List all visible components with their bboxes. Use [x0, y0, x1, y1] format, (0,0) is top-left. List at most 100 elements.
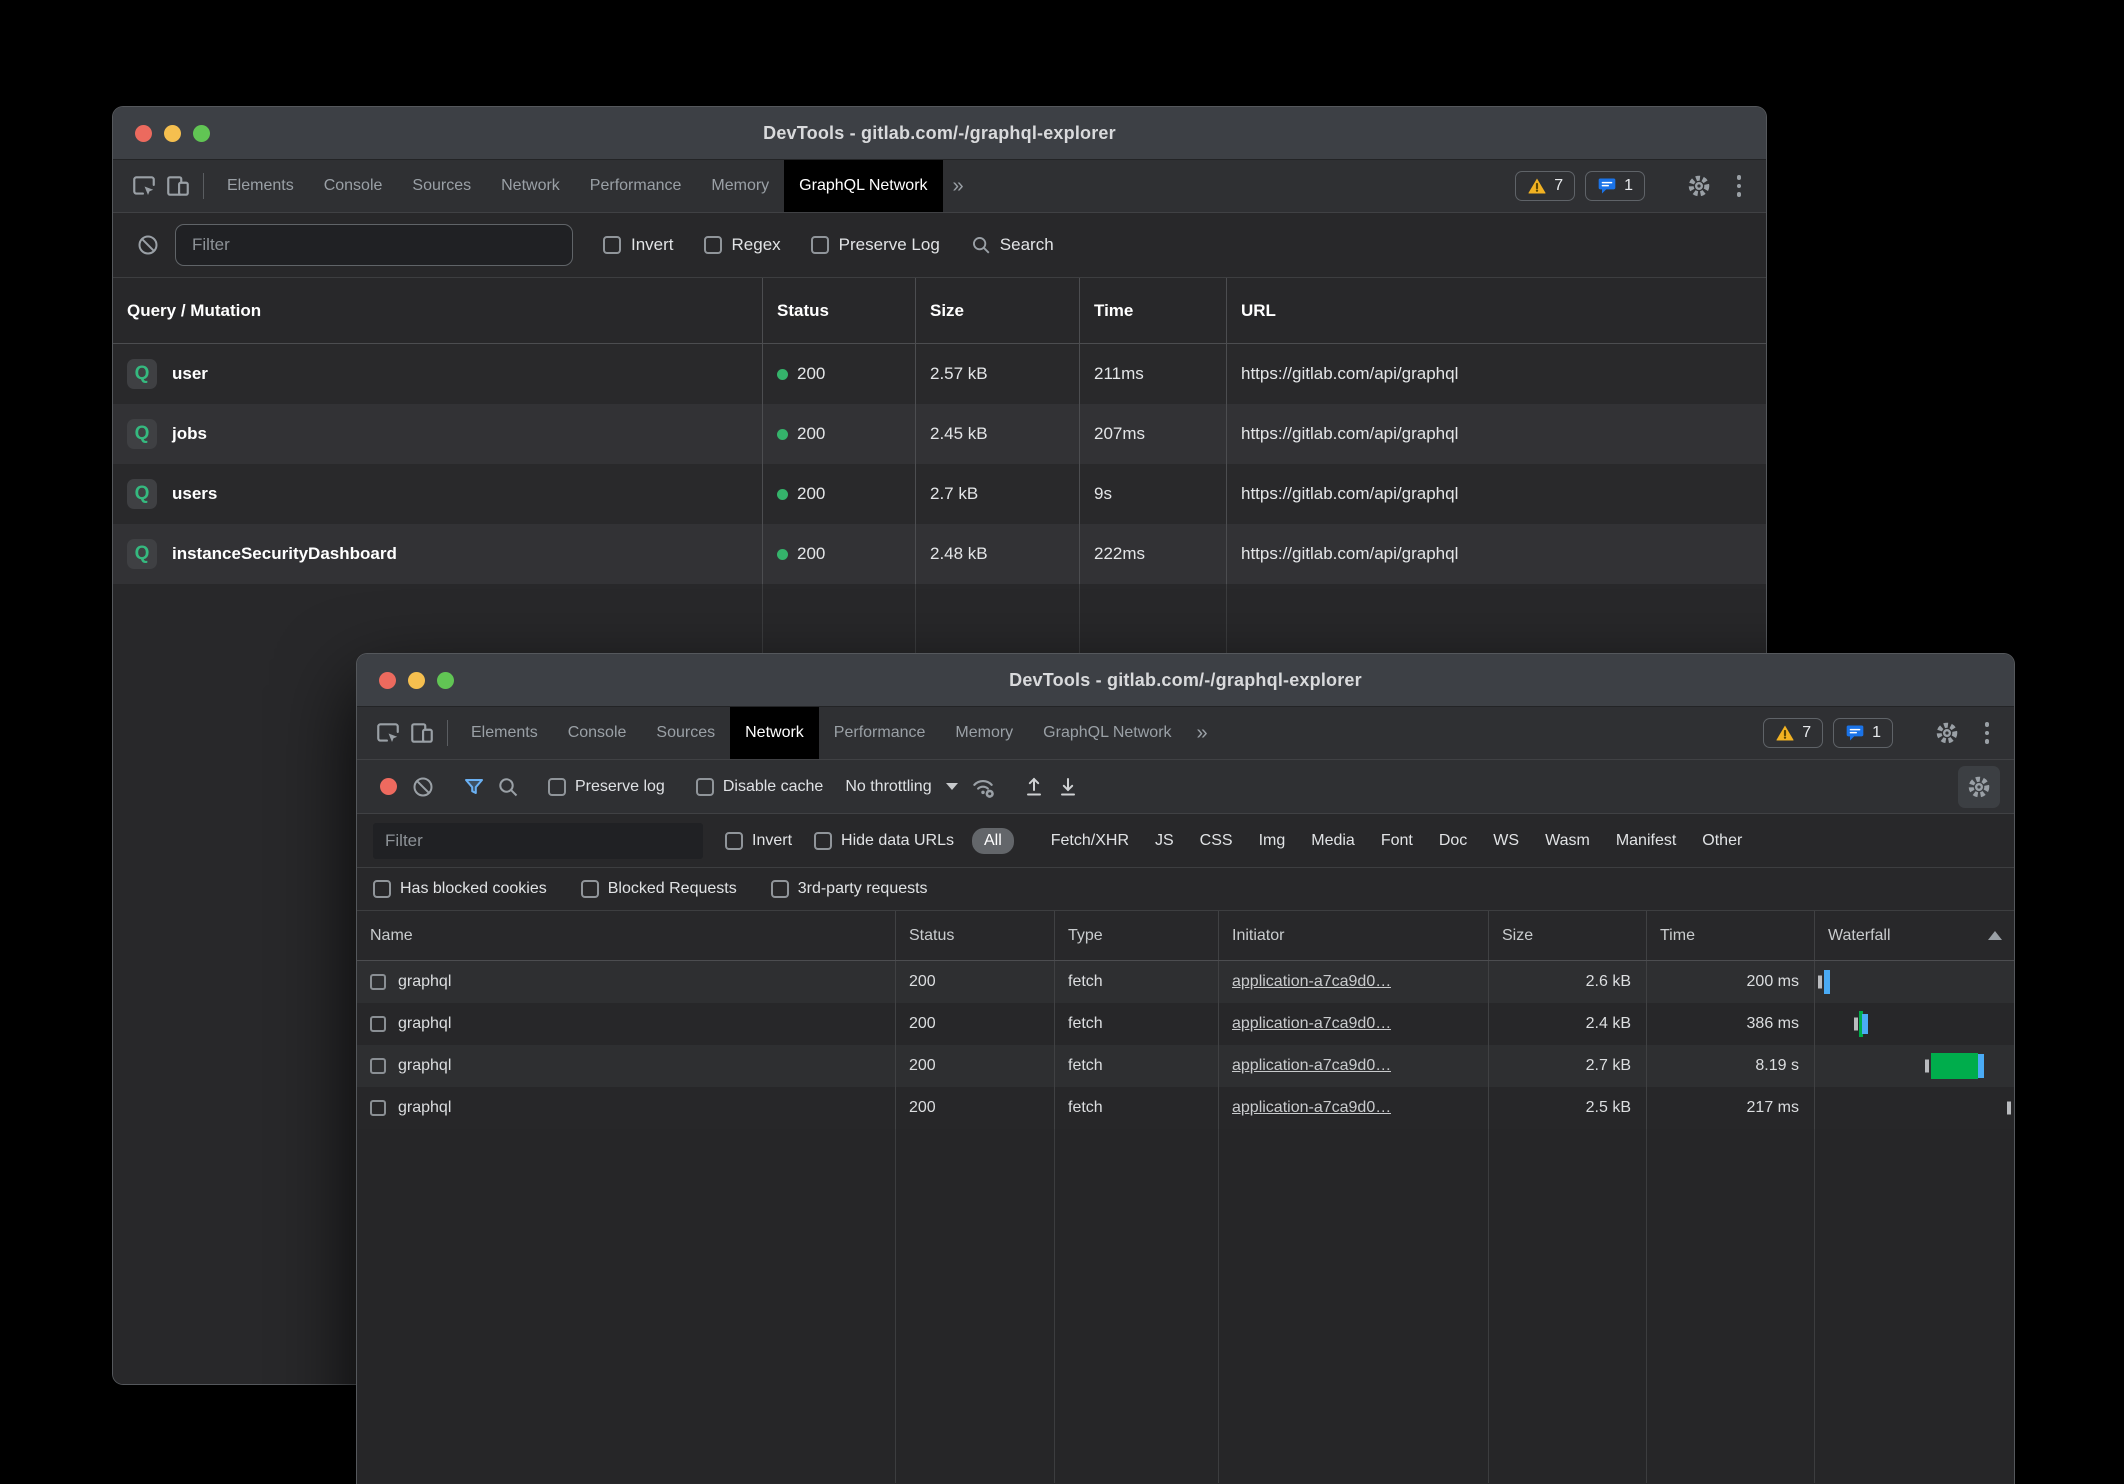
warnings-badge[interactable]: 7	[1763, 718, 1823, 748]
maximize-button[interactable]	[193, 125, 210, 142]
tab-network[interactable]: Network	[486, 160, 575, 212]
header-type[interactable]: Type	[1054, 911, 1218, 960]
tab-graphql-network[interactable]: GraphQL Network	[1028, 707, 1186, 759]
close-button[interactable]	[379, 672, 396, 689]
titlebar[interactable]: DevTools - gitlab.com/-/graphql-explorer	[357, 654, 2014, 707]
tab-console[interactable]: Console	[553, 707, 642, 759]
settings-gear-icon[interactable]	[1930, 720, 1964, 746]
checkbox[interactable]	[370, 1100, 386, 1116]
network-conditions-icon[interactable]	[966, 774, 1000, 800]
blocked-requests-checkbox-group[interactable]: Blocked Requests	[581, 880, 737, 898]
table-row[interactable]: Q jobs 200 2.45 kB 207ms https://gitlab.…	[113, 404, 1766, 464]
header-size[interactable]: Size	[915, 278, 1079, 343]
header-name[interactable]: Name	[357, 911, 895, 960]
record-icon[interactable]	[380, 778, 397, 795]
header-initiator[interactable]: Initiator	[1218, 911, 1488, 960]
type-filter-ws[interactable]: WS	[1493, 832, 1519, 850]
request-row[interactable]: graphql 200 fetch application-a7ca9d0… 2…	[357, 1087, 2014, 1129]
checkbox[interactable]	[725, 832, 743, 850]
export-har-icon[interactable]	[1051, 775, 1085, 799]
type-filter-css[interactable]: CSS	[1200, 832, 1233, 850]
filter-input[interactable]	[373, 823, 703, 859]
header-time[interactable]: Time	[1646, 911, 1814, 960]
search-group[interactable]: Search	[970, 234, 1054, 256]
has-blocked-cookies-checkbox-group[interactable]: Has blocked cookies	[373, 880, 547, 898]
checkbox[interactable]	[771, 880, 789, 898]
type-filter-img[interactable]: Img	[1259, 832, 1286, 850]
tab-elements[interactable]: Elements	[456, 707, 553, 759]
kebab-menu-icon[interactable]	[1726, 175, 1752, 197]
table-row[interactable]: Q users 200 2.7 kB 9s https://gitlab.com…	[113, 464, 1766, 524]
search-icon[interactable]	[491, 775, 525, 799]
import-har-icon[interactable]	[1017, 775, 1051, 799]
request-row[interactable]: graphql 200 fetch application-a7ca9d0… 2…	[357, 961, 2014, 1003]
minimize-button[interactable]	[408, 672, 425, 689]
tab-performance[interactable]: Performance	[819, 707, 941, 759]
maximize-button[interactable]	[437, 672, 454, 689]
request-row[interactable]: graphql 200 fetch application-a7ca9d0… 2…	[357, 1003, 2014, 1045]
initiator-link[interactable]: application-a7ca9d0…	[1232, 973, 1391, 991]
disable-cache-checkbox-group[interactable]: Disable cache	[696, 778, 824, 796]
initiator-link[interactable]: application-a7ca9d0…	[1232, 1015, 1391, 1033]
device-toolbar-icon[interactable]	[405, 707, 439, 759]
checkbox[interactable]	[370, 974, 386, 990]
tab-elements[interactable]: Elements	[212, 160, 309, 212]
filter-input[interactable]	[175, 224, 573, 266]
settings-gear-icon[interactable]	[1682, 173, 1716, 199]
checkbox[interactable]	[370, 1058, 386, 1074]
close-button[interactable]	[135, 125, 152, 142]
minimize-button[interactable]	[164, 125, 181, 142]
tab-sources[interactable]: Sources	[641, 707, 730, 759]
invert-checkbox-group[interactable]: Invert	[725, 832, 792, 850]
initiator-link[interactable]: application-a7ca9d0…	[1232, 1099, 1391, 1117]
checkbox[interactable]	[548, 778, 566, 796]
table-row[interactable]: Q instanceSecurityDashboard 200 2.48 kB …	[113, 524, 1766, 584]
issues-badge[interactable]: 1	[1585, 171, 1645, 201]
preserve-log-checkbox-group[interactable]: Preserve log	[548, 778, 665, 796]
more-tabs-chevron-icon[interactable]: »	[1187, 707, 1218, 759]
hide-data-urls-checkbox-group[interactable]: Hide data URLs	[814, 832, 954, 850]
tab-sources[interactable]: Sources	[397, 160, 486, 212]
checkbox[interactable]	[704, 236, 722, 254]
inspect-element-icon[interactable]	[371, 707, 405, 759]
preserve-log-checkbox-group[interactable]: Preserve Log	[811, 235, 940, 255]
type-filter-media[interactable]: Media	[1311, 832, 1355, 850]
header-status[interactable]: Status	[895, 911, 1054, 960]
type-filter-doc[interactable]: Doc	[1439, 832, 1467, 850]
tab-graphql-network[interactable]: GraphQL Network	[784, 160, 942, 212]
tab-memory[interactable]: Memory	[940, 707, 1028, 759]
checkbox[interactable]	[373, 880, 391, 898]
clear-icon[interactable]	[131, 233, 165, 257]
request-row[interactable]: graphql 200 fetch application-a7ca9d0… 2…	[357, 1045, 2014, 1087]
checkbox[interactable]	[370, 1016, 386, 1032]
tab-memory[interactable]: Memory	[696, 160, 784, 212]
tab-performance[interactable]: Performance	[575, 160, 697, 212]
header-status[interactable]: Status	[762, 278, 915, 343]
header-query-mutation[interactable]: Query / Mutation	[113, 278, 762, 343]
type-filter-js[interactable]: JS	[1155, 832, 1174, 850]
kebab-menu-icon[interactable]	[1974, 722, 2000, 744]
tab-network[interactable]: Network	[730, 707, 819, 759]
throttling-select[interactable]: No throttling	[845, 778, 957, 796]
type-filter-all[interactable]: All	[972, 828, 1014, 854]
checkbox[interactable]	[581, 880, 599, 898]
checkbox[interactable]	[814, 832, 832, 850]
invert-checkbox-group[interactable]: Invert	[603, 235, 674, 255]
type-filter-wasm[interactable]: Wasm	[1545, 832, 1590, 850]
regex-checkbox-group[interactable]: Regex	[704, 235, 781, 255]
header-size[interactable]: Size	[1488, 911, 1646, 960]
filter-funnel-icon[interactable]	[457, 775, 491, 799]
warnings-badge[interactable]: 7	[1515, 171, 1575, 201]
type-filter-font[interactable]: Font	[1381, 832, 1413, 850]
clear-icon[interactable]	[406, 775, 440, 799]
more-tabs-chevron-icon[interactable]: »	[943, 160, 974, 212]
checkbox[interactable]	[811, 236, 829, 254]
header-url[interactable]: URL	[1226, 278, 1766, 343]
inspect-element-icon[interactable]	[127, 160, 161, 212]
issues-badge[interactable]: 1	[1833, 718, 1893, 748]
titlebar[interactable]: DevTools - gitlab.com/-/graphql-explorer	[113, 107, 1766, 160]
checkbox[interactable]	[603, 236, 621, 254]
device-toolbar-icon[interactable]	[161, 160, 195, 212]
checkbox[interactable]	[696, 778, 714, 796]
header-time[interactable]: Time	[1079, 278, 1226, 343]
